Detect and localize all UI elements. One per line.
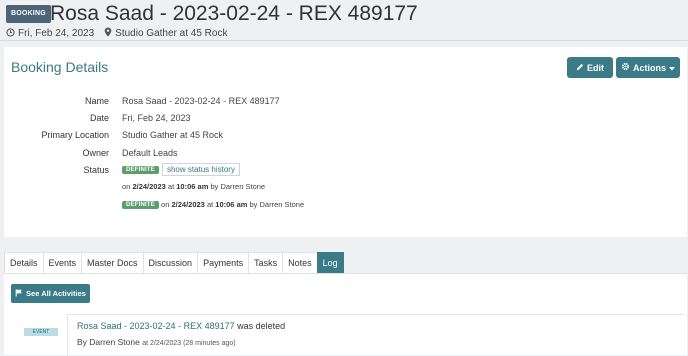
log-item-suffix: was deleted: [237, 321, 286, 331]
see-all-activities-button[interactable]: See All Activities: [11, 284, 90, 303]
status-entry-prefix: on: [122, 182, 131, 191]
status-entry-by: by Darren Stone: [210, 182, 266, 191]
booking-badge: BOOKING: [6, 5, 51, 23]
edit-button-label: Edit: [587, 62, 604, 73]
status-entry-at: at: [167, 182, 175, 191]
actions-dropdown-button[interactable]: Actions: [616, 57, 680, 78]
status-row: DEFINITE show status history: [122, 163, 240, 176]
name-label: Name: [84, 96, 109, 106]
status-history-entry: on 2/24/2023 at 10:06 am by Darren Stone: [122, 182, 265, 191]
tab-master-docs[interactable]: Master Docs: [81, 252, 144, 274]
tab-discussion[interactable]: Discussion: [142, 252, 199, 274]
clock-icon: [6, 27, 18, 40]
primary-location-value: Studio Gather at 45 Rock: [122, 130, 224, 140]
pencil-icon: [576, 63, 584, 73]
log-item-meta: at 2/24/2023 (28 minutes ago): [142, 340, 236, 347]
tab-tasks[interactable]: Tasks: [248, 252, 284, 274]
header-divider: [0, 40, 688, 41]
log-item-author: By Darren Stone: [77, 337, 140, 347]
tab-payments[interactable]: Payments: [197, 252, 250, 274]
page-title: Rosa Saad - 2023-02-24 - REX 489177: [50, 2, 418, 25]
actions-button-label: Actions: [632, 62, 666, 73]
status-badge: DEFINITE: [122, 165, 159, 174]
status-entry-date: 2/24/2023: [132, 182, 166, 191]
panel-title: Booking Details: [11, 59, 109, 75]
status-entry-time: 10:06 am: [176, 182, 209, 191]
show-status-history-link[interactable]: show status history: [161, 163, 240, 176]
status-entry-prefix: on: [161, 200, 170, 209]
gear-icon: [621, 62, 630, 73]
status-entry-badge: DEFINITE: [122, 201, 159, 210]
status-history-entry: DEFINITE on 2/24/2023 at 10:06 am by Dar…: [122, 200, 305, 210]
tab-details[interactable]: Details: [4, 252, 44, 274]
log-item-title: Rosa Saad - 2023-02-24 - REX 489177 was …: [77, 321, 285, 331]
log-item-byline: By Darren Stone at 2/24/2023 (28 minutes…: [77, 337, 236, 347]
edit-button[interactable]: Edit: [567, 57, 613, 78]
status-label: Status: [83, 165, 109, 175]
header-subline: Fri, Feb 24, 2023 Studio Gather at 45 Ro…: [6, 27, 227, 40]
status-entry-date: 2/24/2023: [171, 200, 205, 209]
date-label: Date: [89, 113, 109, 123]
see-all-activities-label: See All Activities: [26, 289, 86, 298]
log-item-link[interactable]: Rosa Saad - 2023-02-24 - REX 489177: [77, 321, 235, 331]
log-content: See All Activities EVENT Rosa Saad - 202…: [4, 274, 687, 356]
tab-notes[interactable]: Notes: [282, 252, 318, 274]
flag-icon: [15, 288, 23, 299]
owner-value: Default Leads: [122, 148, 178, 158]
status-entry-by: by Darren Stone: [249, 200, 305, 209]
log-item: Rosa Saad - 2023-02-24 - REX 489177 was …: [67, 314, 684, 356]
name-value: Rosa Saad - 2023-02-24 - REX 489177: [122, 96, 280, 106]
booking-details-panel: Booking Details Edit Actions Name Rosa S…: [4, 47, 687, 237]
primary-location-label: Primary Location: [41, 130, 109, 140]
date-value: Fri, Feb 24, 2023: [122, 113, 191, 123]
event-tag: EVENT: [24, 328, 58, 336]
header-location: Studio Gather at 45 Rock: [115, 28, 228, 39]
header-date: Fri, Feb 24, 2023: [18, 28, 95, 39]
status-entry-at: at: [206, 200, 214, 209]
owner-label: Owner: [82, 148, 109, 158]
tab-events[interactable]: Events: [42, 252, 83, 274]
map-marker-icon: [104, 27, 115, 40]
tab-log[interactable]: Log: [316, 252, 344, 274]
page-header: BOOKING Rosa Saad - 2023-02-24 - REX 489…: [0, 0, 688, 42]
status-entry-time: 10:06 am: [215, 200, 248, 209]
caret-down-icon: [669, 63, 675, 73]
booking-tabs: Details Events Master Docs Discussion Pa…: [4, 252, 344, 274]
